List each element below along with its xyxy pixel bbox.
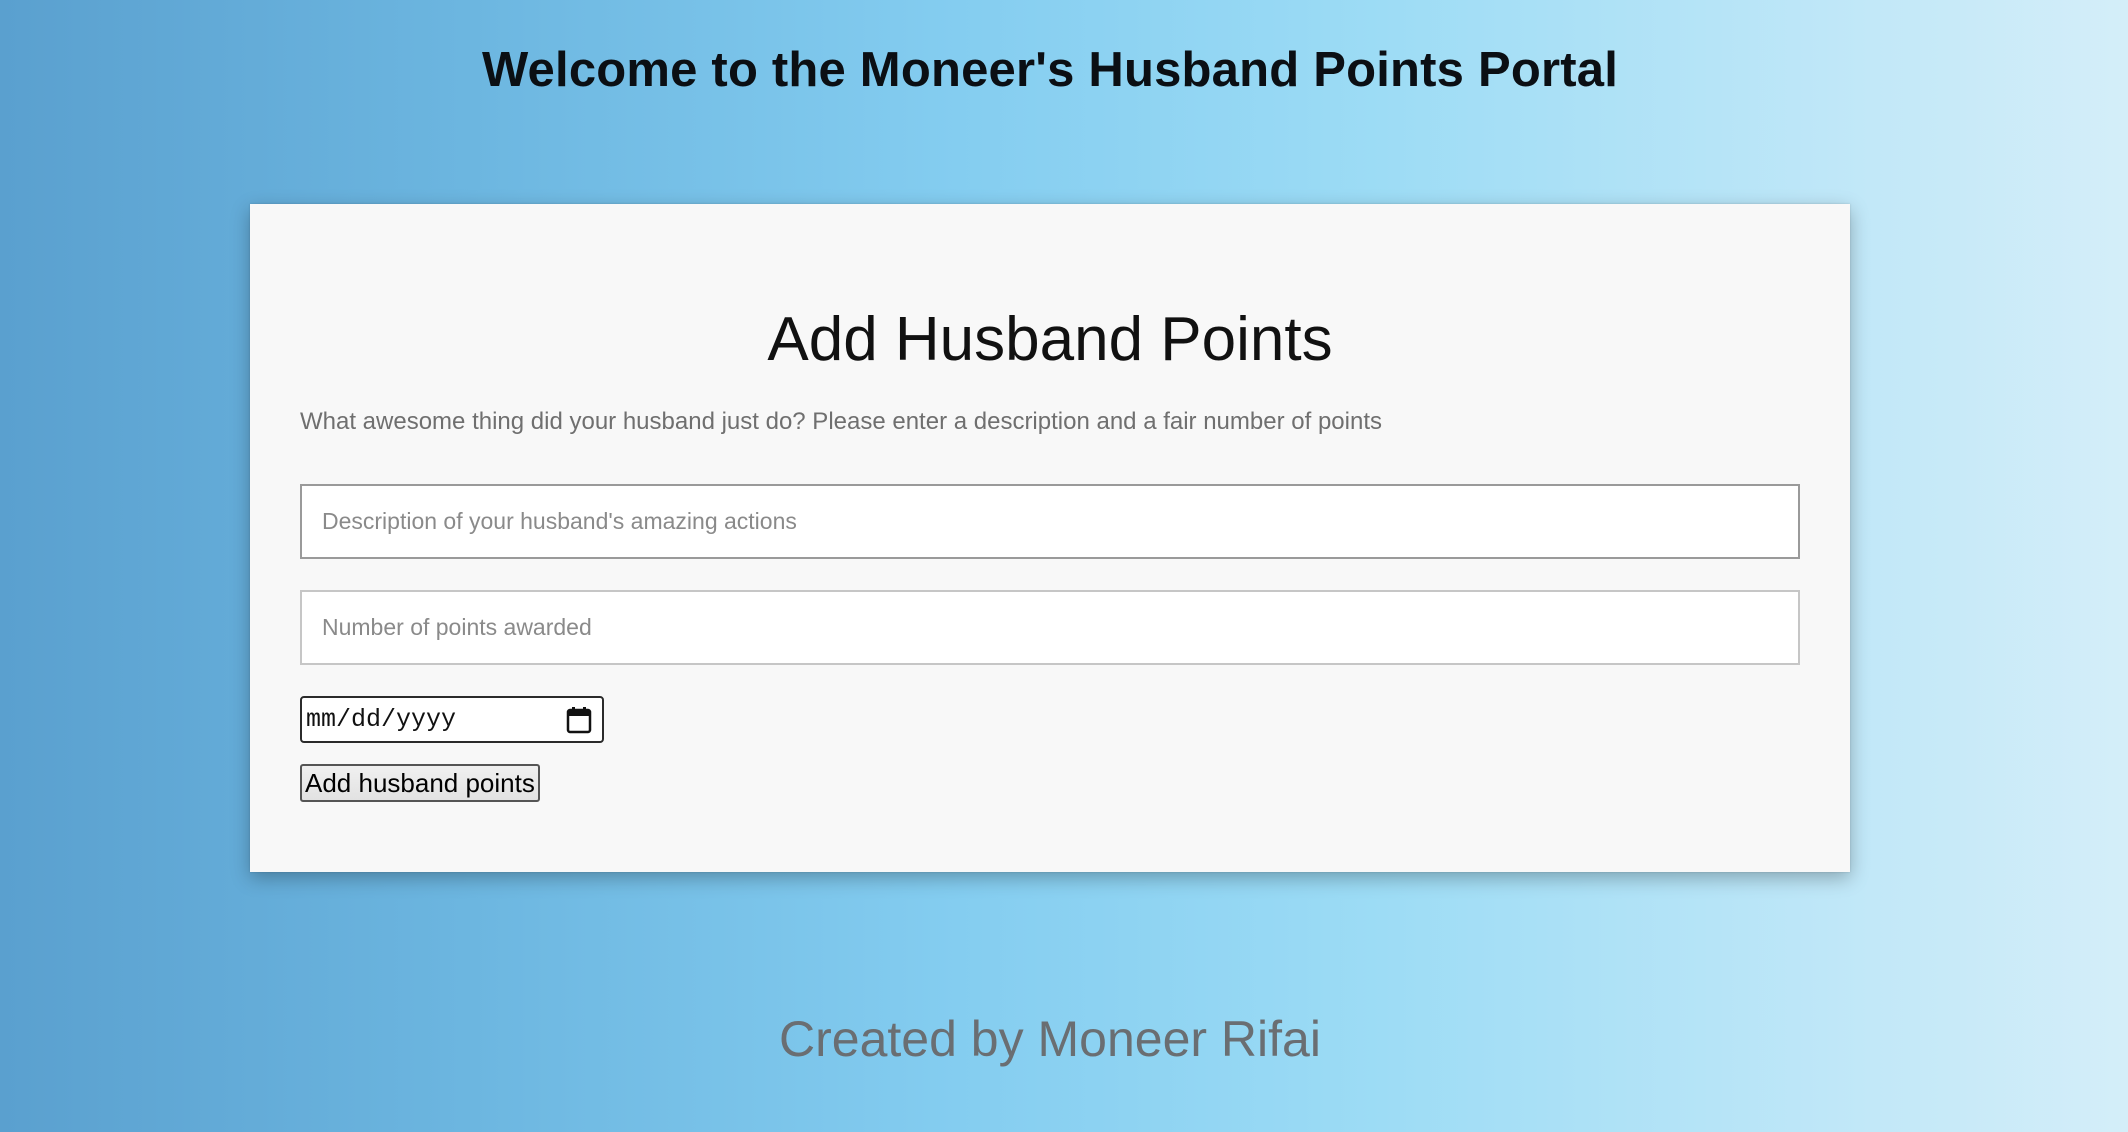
- calendar-icon[interactable]: [566, 706, 592, 734]
- description-input[interactable]: [300, 484, 1800, 559]
- add-points-card: Add Husband Points What awesome thing di…: [250, 204, 1850, 872]
- date-input[interactable]: mm/dd/yyyy: [300, 696, 604, 743]
- form-description: What awesome thing did your husband just…: [300, 408, 1382, 435]
- add-husband-points-button[interactable]: Add husband points: [300, 764, 540, 802]
- points-input[interactable]: [300, 590, 1800, 665]
- page-title: Welcome to the Moneer's Husband Points P…: [481, 43, 1619, 97]
- form-title: Add Husband Points: [767, 305, 1333, 374]
- footer-credit: Created by Moneer Rifai: [779, 1011, 1321, 1067]
- date-placeholder: mm/dd/yyyy: [306, 705, 457, 734]
